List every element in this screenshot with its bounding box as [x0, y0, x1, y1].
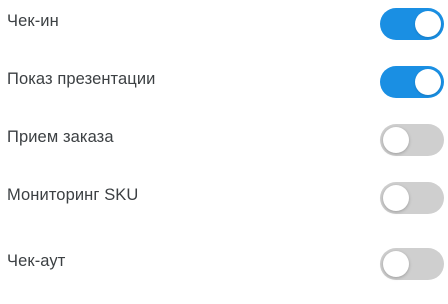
- setting-label: Прием заказа: [7, 128, 114, 146]
- setting-label: Чек-аут: [7, 252, 66, 270]
- setting-row-presentation: Показ презентации: [0, 62, 448, 102]
- setting-label: Мониторинг SKU: [7, 186, 139, 204]
- check-in-toggle[interactable]: [380, 8, 444, 40]
- toggle-knob: [383, 251, 409, 277]
- settings-list: Чек-ин Показ презентации Прием заказа Мо…: [0, 0, 448, 304]
- sku-monitoring-toggle[interactable]: [380, 182, 444, 214]
- setting-row-check-out: Чек-аут: [0, 244, 448, 284]
- setting-row-sku-monitoring: Мониторинг SKU: [0, 178, 448, 218]
- setting-label: Показ презентации: [7, 70, 156, 88]
- toggle-knob: [415, 11, 441, 37]
- setting-label: Чек-ин: [7, 12, 59, 30]
- check-out-toggle[interactable]: [380, 248, 444, 280]
- setting-row-order-taking: Прием заказа: [0, 120, 448, 160]
- presentation-toggle[interactable]: [380, 66, 444, 98]
- toggle-knob: [415, 69, 441, 95]
- setting-row-check-in: Чек-ин: [0, 4, 448, 44]
- toggle-knob: [383, 185, 409, 211]
- order-taking-toggle[interactable]: [380, 124, 444, 156]
- toggle-knob: [383, 127, 409, 153]
